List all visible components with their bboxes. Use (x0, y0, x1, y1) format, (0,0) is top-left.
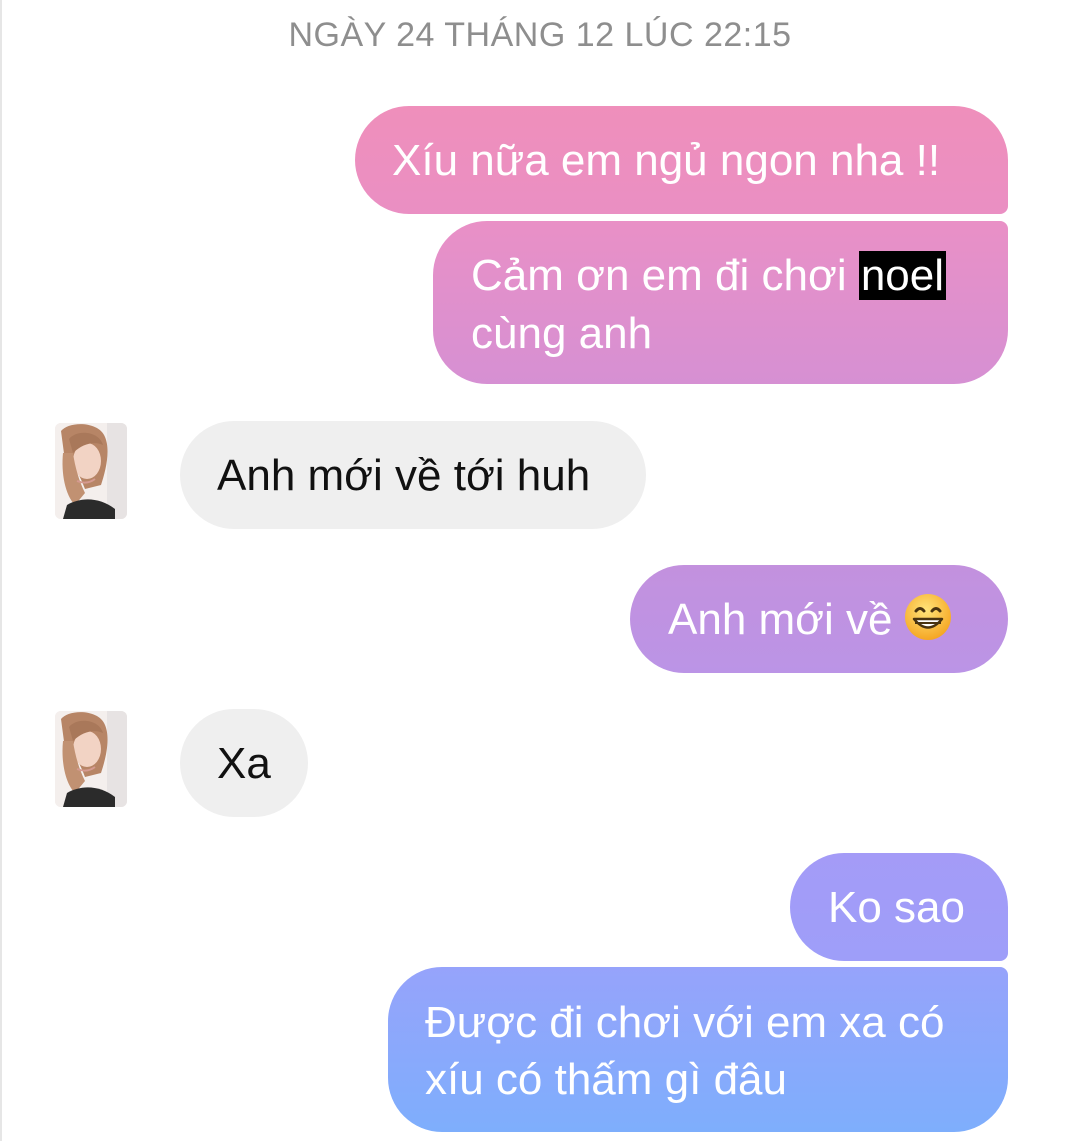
chat-thread: NGÀY 24 THÁNG 12 LÚC 22:15 Xíu nữa em ng… (0, 0, 1080, 1141)
message-text: Xíu nữa em ngủ ngon nha !! (392, 136, 941, 185)
message-text: Được đi chơi với em xa có xíu có thấm gì… (425, 998, 945, 1104)
grinning-face-emoji (903, 592, 953, 642)
outgoing-message-bubble[interactable]: Ko sao (790, 853, 1008, 961)
message-timestamp: NGÀY 24 THÁNG 12 LÚC 22:15 (288, 16, 792, 54)
incoming-message-bubble[interactable]: Anh mới về tới huh (180, 421, 646, 529)
message-text: Ko sao (828, 883, 965, 932)
highlighted-word: noel (858, 251, 947, 300)
contact-avatar[interactable] (55, 711, 127, 807)
contact-avatar[interactable] (55, 423, 127, 519)
outgoing-message-bubble[interactable]: Được đi chơi với em xa có xíu có thấm gì… (388, 967, 1008, 1132)
outgoing-message-bubble[interactable]: Cảm ơn em đi chơi noel cùng anh (433, 221, 1008, 384)
message-text: Anh mới về (668, 595, 893, 644)
incoming-message-bubble[interactable]: Xa (180, 709, 308, 817)
message-text: Anh mới về tới huh (217, 451, 591, 500)
message-text: cùng anh (471, 309, 653, 358)
outgoing-message-bubble[interactable]: Xíu nữa em ngủ ngon nha !! (355, 106, 1008, 214)
outgoing-message-bubble[interactable]: Anh mới về (630, 565, 1008, 673)
divider (0, 0, 2, 1141)
message-text: Xa (217, 739, 271, 788)
message-text: Cảm ơn em đi chơi (471, 251, 859, 300)
